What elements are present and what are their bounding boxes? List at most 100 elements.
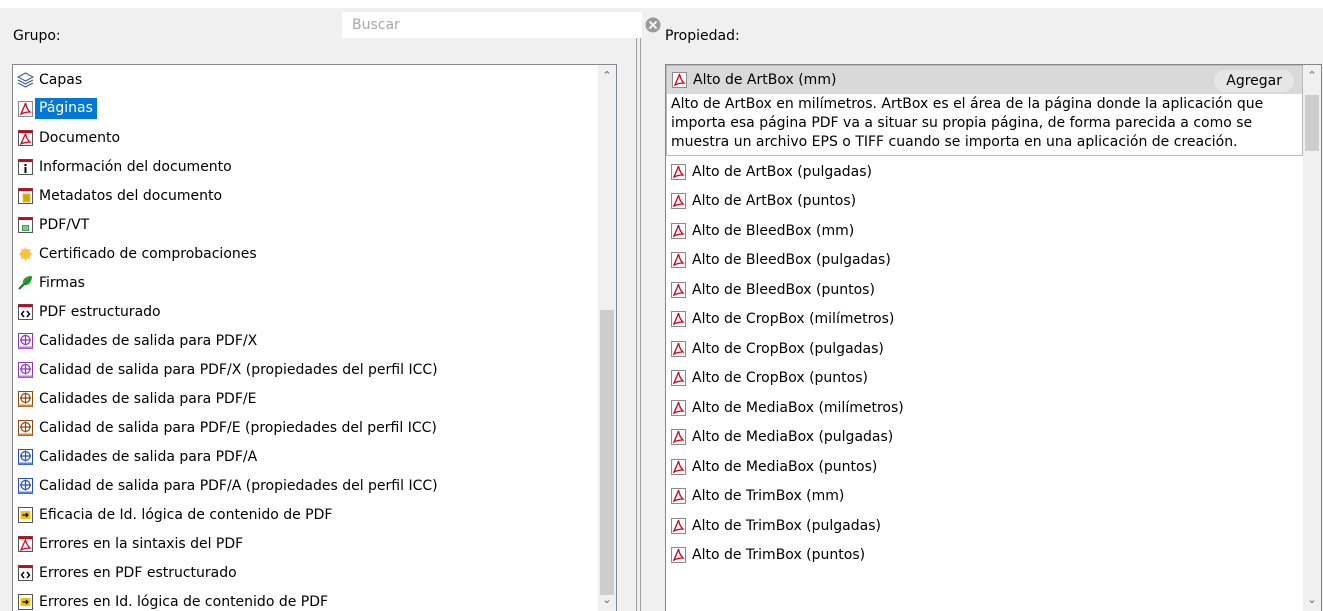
pdf-icon	[671, 311, 686, 328]
scroll-down-icon[interactable]: ⌄	[1303, 591, 1321, 609]
property-rows: Alto de ArtBox (mm) Agregar Alto de ArtB…	[666, 65, 1303, 570]
pdf-icon	[671, 547, 686, 564]
property-list[interactable]: Alto de ArtBox (mm) Agregar Alto de ArtB…	[665, 64, 1322, 611]
group-panel: Grupo: Capas Páginas Documento Información …	[0, 8, 625, 611]
property-item-label: Alto de TrimBox (puntos)	[692, 547, 866, 564]
pdf-icon	[671, 458, 686, 475]
splitter-line	[636, 14, 637, 611]
property-item-label: Alto de BleedBox (puntos)	[692, 281, 875, 298]
group-rows: Capas Páginas Documento Información del doc…	[13, 65, 598, 611]
group-item[interactable]: Calidades de salida para PDF/X	[13, 326, 598, 355]
scroll-up-icon[interactable]: ⌃	[1303, 67, 1321, 85]
pdf-icon	[671, 488, 686, 505]
scrollbar-thumb[interactable]	[600, 310, 614, 595]
group-item[interactable]: Calidad de salida para PDF/A (propiedade…	[13, 471, 598, 500]
pdf-icon	[671, 222, 686, 239]
property-item[interactable]: Alto de MediaBox (pulgadas)	[666, 423, 1303, 453]
group-label: Grupo:	[13, 28, 61, 44]
selected-property-label: Alto de ArtBox (mm)	[693, 72, 837, 88]
pdf-icon	[671, 163, 686, 180]
pdf-icon	[671, 252, 686, 269]
output-intent-a-icon	[18, 477, 33, 494]
group-item-label: Firmas	[39, 274, 85, 291]
clear-search-icon[interactable]	[645, 17, 661, 33]
property-item-label: Alto de BleedBox (mm)	[692, 222, 855, 239]
property-item-label: Alto de CropBox (pulgadas)	[692, 340, 884, 357]
property-item[interactable]: Alto de BleedBox (pulgadas)	[666, 246, 1303, 276]
property-label: Propiedad:	[665, 28, 740, 44]
property-item[interactable]: Alto de CropBox (pulgadas)	[666, 334, 1303, 364]
group-item-label: Calidad de salida para PDF/A (propiedade…	[39, 477, 438, 494]
selected-property-row[interactable]: Alto de ArtBox (mm) Agregar	[666, 65, 1303, 94]
group-item-label: Documento	[39, 129, 121, 146]
property-panel: Propiedad: Alto de ArtBox (mm) Agregar A…	[652, 8, 1323, 611]
group-item[interactable]: Eficacia de Id. lógica de contenido de P…	[13, 500, 598, 529]
info-doc-icon	[18, 158, 33, 175]
group-item[interactable]: Documento	[13, 123, 598, 152]
pdf-icon	[671, 340, 686, 357]
group-item-label: Certificado de comprobaciones	[39, 245, 257, 262]
property-item[interactable]: Alto de TrimBox (pulgadas)	[666, 511, 1303, 541]
pdf-icon	[671, 399, 686, 416]
group-item[interactable]: Capas	[13, 65, 598, 94]
group-item[interactable]: Calidades de salida para PDF/E	[13, 384, 598, 413]
group-scrollbar[interactable]: ⌃ ⌄	[598, 65, 616, 611]
property-description: Alto de ArtBox en milímetros. ArtBox es …	[666, 94, 1303, 156]
group-item[interactable]: Páginas	[13, 94, 598, 123]
add-button[interactable]: Agregar	[1214, 70, 1294, 92]
property-item[interactable]: Alto de TrimBox (puntos)	[666, 541, 1303, 571]
output-intent-x-icon	[18, 361, 33, 378]
pdf-icon	[671, 193, 686, 210]
property-item[interactable]: Alto de BleedBox (puntos)	[666, 275, 1303, 305]
group-item[interactable]: Información del documento	[13, 152, 598, 181]
group-item[interactable]: Metadatos del documento	[13, 181, 598, 210]
group-item[interactable]: Errores en PDF estructurado	[13, 558, 598, 587]
pdf-doc-icon	[18, 535, 33, 552]
group-item-label: Calidad de salida para PDF/X (propiedade…	[39, 361, 438, 378]
group-item-label: PDF estructurado	[39, 303, 161, 320]
group-item[interactable]: Calidad de salida para PDF/E (propiedade…	[13, 413, 598, 442]
property-item[interactable]: Alto de BleedBox (mm)	[666, 216, 1303, 246]
property-item[interactable]: Alto de CropBox (puntos)	[666, 364, 1303, 394]
group-item[interactable]: Certificado de comprobaciones	[13, 239, 598, 268]
pdfvt-icon	[18, 216, 33, 233]
certificate-icon	[18, 246, 33, 261]
property-item-label: Alto de ArtBox (puntos)	[692, 193, 857, 210]
group-item[interactable]: Firmas	[13, 268, 598, 297]
property-item-label: Alto de TrimBox (pulgadas)	[692, 517, 881, 534]
group-list[interactable]: Capas Páginas Documento Información del doc…	[12, 64, 617, 611]
scroll-down-icon[interactable]: ⌄	[598, 591, 616, 609]
property-item-label: Alto de TrimBox (mm)	[692, 488, 845, 505]
property-item[interactable]: Alto de CropBox (milímetros)	[666, 305, 1303, 335]
output-intent-x-icon	[18, 332, 33, 349]
group-item[interactable]: PDF estructurado	[13, 297, 598, 326]
property-item[interactable]: Alto de TrimBox (mm)	[666, 482, 1303, 512]
group-item-label: Información del documento	[39, 158, 232, 175]
group-item-label: Calidades de salida para PDF/A	[39, 448, 258, 465]
group-item[interactable]: Errores en Id. lógica de contenido de PD…	[13, 587, 598, 611]
group-item-label: PDF/VT	[39, 216, 90, 233]
group-item-label: Calidades de salida para PDF/X	[39, 332, 258, 349]
group-item[interactable]: Calidades de salida para PDF/A	[13, 442, 598, 471]
group-item[interactable]: Errores en la sintaxis del PDF	[13, 529, 598, 558]
property-item-label: Alto de CropBox (puntos)	[692, 370, 868, 387]
property-item[interactable]: Alto de MediaBox (milímetros)	[666, 393, 1303, 423]
search-input[interactable]	[342, 12, 642, 38]
pdf-icon	[671, 281, 686, 298]
property-item[interactable]: Alto de ArtBox (puntos)	[666, 187, 1303, 217]
group-item[interactable]: PDF/VT	[13, 210, 598, 239]
pdf-doc-icon	[18, 129, 33, 146]
scroll-up-icon[interactable]: ⌃	[598, 67, 616, 85]
property-item-label: Alto de MediaBox (puntos)	[692, 458, 878, 475]
signature-icon	[18, 275, 32, 290]
property-scrollbar[interactable]: ⌃ ⌄	[1303, 65, 1321, 611]
property-item-label: Alto de MediaBox (milímetros)	[692, 399, 904, 416]
group-item[interactable]: Calidad de salida para PDF/X (propiedade…	[13, 355, 598, 384]
property-item[interactable]: Alto de MediaBox (puntos)	[666, 452, 1303, 482]
property-item[interactable]: Alto de ArtBox (pulgadas)	[666, 157, 1303, 187]
group-item-label: Capas	[39, 71, 83, 88]
pdf-icon	[672, 72, 687, 88]
scrollbar-thumb[interactable]	[1305, 95, 1319, 151]
property-item-label: Alto de BleedBox (pulgadas)	[692, 252, 891, 269]
splitter-line[interactable]	[640, 14, 641, 611]
